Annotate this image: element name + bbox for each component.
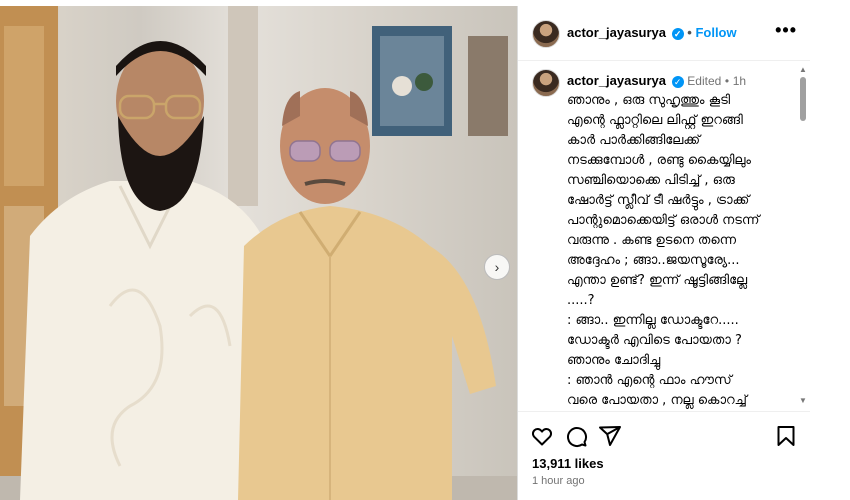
- follow-button[interactable]: Follow: [695, 25, 736, 40]
- edited-time[interactable]: 1h: [733, 74, 746, 88]
- bookmark-icon[interactable]: [774, 424, 798, 448]
- avatar[interactable]: [532, 20, 560, 48]
- follow-separator: •: [687, 25, 692, 40]
- verified-badge-icon: ✓: [671, 27, 684, 40]
- caption-scrollbar[interactable]: ▲ ▼: [799, 65, 807, 405]
- likes-count[interactable]: 13,911 likes: [532, 456, 604, 471]
- carousel-next-button[interactable]: ›: [484, 254, 510, 280]
- post-photo[interactable]: ›: [0, 6, 517, 500]
- caption-text: ഞാനും , ഒരു സുഹൃത്തും കൂടി എന്റെ ഫ്ലാറ്റ…: [567, 93, 760, 408]
- post-timestamp[interactable]: 1 hour ago: [532, 475, 585, 487]
- caption-avatar[interactable]: [532, 69, 560, 97]
- caption-username-link[interactable]: actor_jayasurya: [567, 73, 666, 88]
- comment-icon[interactable]: [564, 424, 588, 448]
- edited-label: Edited: [687, 74, 722, 88]
- post-sidebar: actor_jayasurya ✓ • Follow ••• actor_jay…: [517, 6, 810, 500]
- caption-separator: •: [724, 74, 730, 88]
- scroll-down-arrow-icon[interactable]: ▼: [799, 396, 807, 405]
- scrollbar-thumb[interactable]: [800, 77, 806, 121]
- heart-icon[interactable]: [530, 424, 554, 448]
- header-username-row: actor_jayasurya ✓ • Follow: [567, 25, 737, 40]
- photo-illustration: [0, 6, 517, 500]
- username-link[interactable]: actor_jayasurya: [567, 25, 666, 40]
- chevron-right-icon: ›: [494, 259, 500, 275]
- action-bar: 13,911 likes 1 hour ago: [518, 411, 810, 500]
- share-icon[interactable]: [598, 424, 622, 448]
- caption-section[interactable]: actor_jayasurya ✓ Edited • 1h ഞാനും , ഒര…: [518, 61, 810, 411]
- post-header: actor_jayasurya ✓ • Follow •••: [518, 6, 810, 61]
- caption-verified-badge-icon: ✓: [671, 75, 684, 88]
- scroll-up-arrow-icon[interactable]: ▲: [799, 65, 807, 74]
- instagram-post: › actor_jayasurya ✓ • Follow ••• actor_j…: [0, 6, 810, 500]
- caption-header: actor_jayasurya ✓ Edited • 1h: [567, 73, 746, 88]
- more-options-icon[interactable]: •••: [775, 20, 797, 41]
